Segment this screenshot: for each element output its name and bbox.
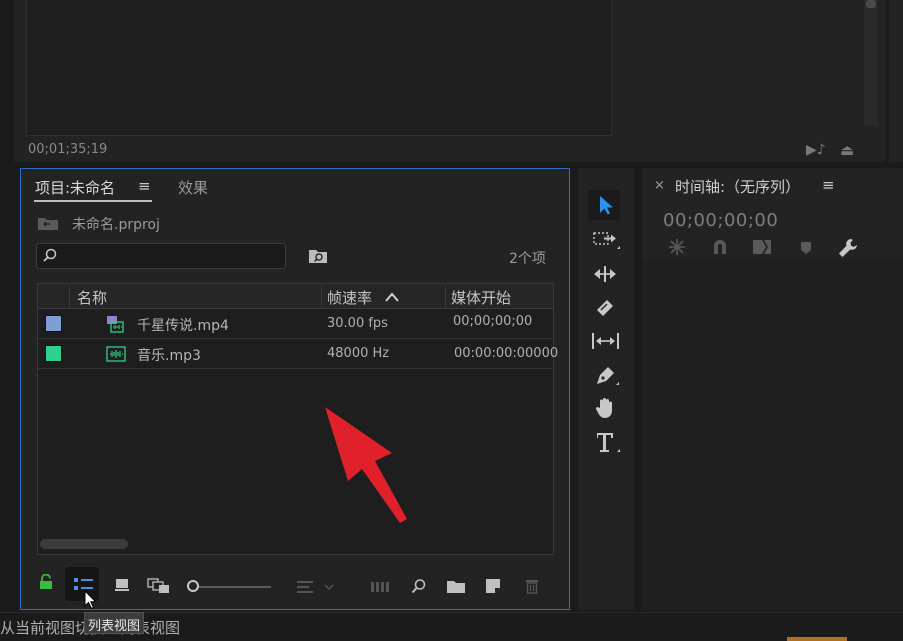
list-item[interactable]: 音乐.mp3 48000 Hz 00:00:00:00000 xyxy=(38,339,558,369)
monitor-timecode[interactable]: 00;01;35;19 xyxy=(28,142,107,157)
item-name[interactable]: 千星传说.mp4 xyxy=(137,315,229,335)
new-bin-icon[interactable] xyxy=(446,579,466,594)
zoom-slider-track[interactable] xyxy=(197,586,271,588)
monitor-screen xyxy=(26,0,612,136)
search-icon xyxy=(43,248,57,262)
close-icon[interactable]: × xyxy=(654,178,665,193)
find-icon[interactable] xyxy=(411,578,427,594)
tooltip: 列表视图 xyxy=(84,612,145,634)
annotation-arrow-icon xyxy=(325,407,407,523)
item-frame-rate: 48000 Hz xyxy=(327,346,390,361)
right-panel-edge xyxy=(889,0,903,162)
slip-tool-icon[interactable] xyxy=(591,330,621,352)
item-name[interactable]: 音乐.mp3 xyxy=(137,345,201,365)
item-frame-rate: 30.00 fps xyxy=(327,316,388,331)
column-header-name[interactable]: 名称 xyxy=(77,287,107,308)
item-media-start: 00:00:00:00000 xyxy=(454,346,559,361)
column-divider[interactable] xyxy=(321,286,322,307)
menu-icon[interactable]: ≡ xyxy=(138,177,151,195)
horizontal-scrollbar-thumb[interactable] xyxy=(40,539,128,549)
list-header: 名称 帧速率 媒体开始 xyxy=(38,284,553,309)
video-clip-icon xyxy=(107,316,124,333)
pointer-cursor-icon xyxy=(84,590,97,610)
list-item[interactable]: 千星传说.mp4 30.00 fps 00;00;00;00 xyxy=(38,309,553,339)
bin-search-icon[interactable] xyxy=(308,248,328,264)
tools-panel xyxy=(578,168,634,610)
column-divider[interactable] xyxy=(445,286,446,307)
automate-icon[interactable] xyxy=(370,580,390,594)
menu-icon[interactable]: ≡ xyxy=(822,176,835,194)
trash-icon[interactable] xyxy=(525,578,539,594)
icon-view-icon[interactable] xyxy=(114,578,130,592)
tab-project[interactable]: 项目:未命名 xyxy=(35,177,115,198)
hand-tool-icon[interactable] xyxy=(594,396,618,420)
sort-icon[interactable] xyxy=(296,579,336,595)
search-input[interactable] xyxy=(36,243,286,269)
project-panel: 项目:未命名 ≡ 效果 未命名.prproj 2个项 名称 帧速率 媒体开始 千… xyxy=(20,168,570,610)
column-header-media-start[interactable]: 媒体开始 xyxy=(451,287,511,308)
folder-icon xyxy=(38,218,58,230)
magnet-icon[interactable] xyxy=(712,239,728,255)
razor-tool-icon[interactable] xyxy=(593,296,619,320)
item-count: 2个项 xyxy=(509,251,546,267)
audio-clip-icon xyxy=(106,346,126,362)
zoom-slider-handle[interactable] xyxy=(187,580,199,592)
add-marker-icon[interactable] xyxy=(800,241,812,255)
sort-ascending-icon[interactable] xyxy=(385,292,399,302)
timeline-header: × 时间轴:（无序列） ≡ 00;00;00;00 xyxy=(642,168,903,260)
tab-effects[interactable]: 效果 xyxy=(178,177,208,198)
active-tab-underline xyxy=(34,200,152,202)
linked-selection-icon[interactable] xyxy=(752,238,772,256)
timeline-timecode[interactable]: 00;00;00;00 xyxy=(663,210,778,231)
timeline-panel: × 时间轴:（无序列） ≡ 00;00;00;00 xyxy=(642,168,903,610)
snap-icon[interactable] xyxy=(668,238,686,256)
pen-tool-icon[interactable] xyxy=(593,363,619,387)
export-frame-icon[interactable]: ⏏ xyxy=(840,141,854,159)
ripple-edit-tool-icon[interactable] xyxy=(592,263,620,285)
lock-icon[interactable] xyxy=(39,574,53,590)
type-tool-icon[interactable] xyxy=(594,430,620,454)
project-item-list[interactable]: 名称 帧速率 媒体开始 千星传说.mp4 30.00 fps 00;00;00;… xyxy=(37,283,558,555)
freeform-view-icon[interactable] xyxy=(147,578,171,594)
column-divider[interactable] xyxy=(69,286,70,307)
wrench-icon[interactable] xyxy=(838,238,858,258)
new-item-icon[interactable] xyxy=(485,578,501,594)
track-select-tool-icon[interactable] xyxy=(592,229,620,251)
label-color-swatch[interactable] xyxy=(45,345,62,362)
label-color-swatch[interactable] xyxy=(45,315,62,332)
column-header-frame-rate[interactable]: 帧速率 xyxy=(327,287,372,308)
monitor-scrollbar[interactable] xyxy=(864,0,878,126)
item-media-start: 00;00;00;00 xyxy=(453,314,533,329)
monitor-scrollbar-thumb[interactable] xyxy=(866,0,876,8)
project-file-name: 未命名.prproj xyxy=(72,217,160,233)
play-audio-icon[interactable]: ▶♪ xyxy=(806,142,826,158)
timeline-title[interactable]: 时间轴:（无序列） xyxy=(675,176,800,197)
selection-tool-icon[interactable] xyxy=(597,194,615,216)
audio-meter-strip xyxy=(787,637,847,641)
